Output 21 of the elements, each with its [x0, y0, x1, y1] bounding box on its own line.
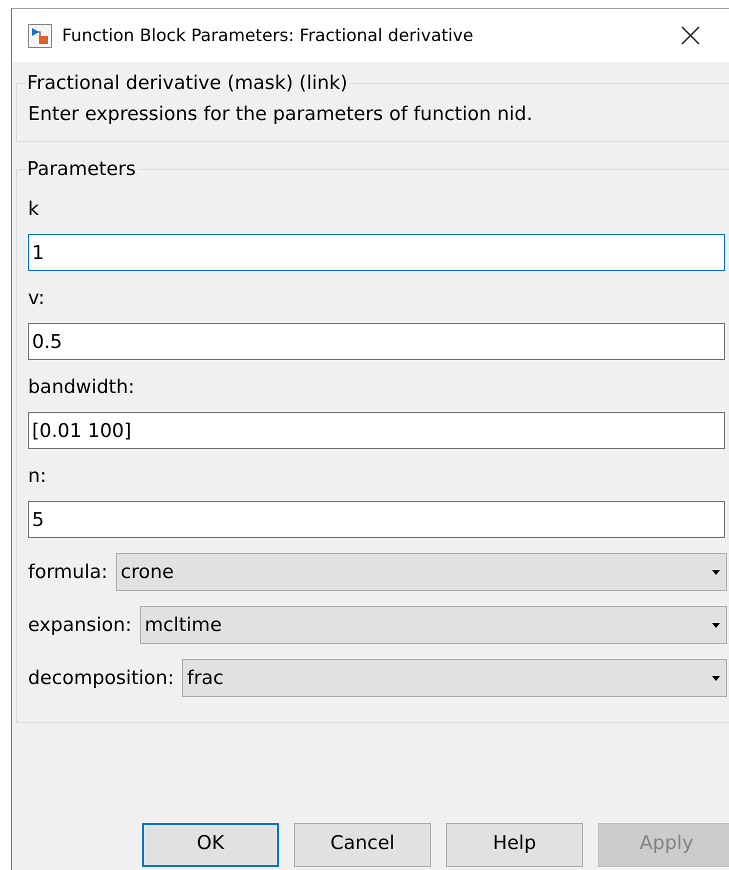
- input-field[interactable]: 5: [28, 501, 725, 538]
- dropdown[interactable]: frac: [182, 659, 727, 697]
- dialog-button[interactable]: Cancel: [294, 823, 431, 867]
- input-field[interactable]: [0.01 100]: [28, 412, 725, 449]
- dropdown[interactable]: mcltime: [140, 606, 727, 644]
- input-field[interactable]: 1: [28, 234, 725, 271]
- field-label: n:: [28, 464, 46, 489]
- field-label: bandwidth:: [28, 375, 135, 400]
- input-field[interactable]: 0.5: [28, 323, 725, 360]
- description-text: Enter expressions for the parameters of function nid.: [28, 102, 533, 127]
- group-title: Parameters: [26, 157, 137, 182]
- field-label: k: [28, 197, 40, 222]
- dialog-button[interactable]: Help: [446, 823, 583, 867]
- field-label: expansion:: [28, 614, 132, 636]
- dropdown[interactable]: crone: [116, 553, 727, 591]
- field-label: v:: [28, 286, 45, 311]
- group-title: Fractional derivative (mask) (link): [26, 71, 349, 96]
- window-title: Function Block Parameters: Fractional derivative: [62, 26, 474, 46]
- dialog-button[interactable]: OK: [142, 823, 279, 867]
- field-label: decomposition:: [28, 667, 174, 689]
- field-label: formula:: [28, 561, 108, 583]
